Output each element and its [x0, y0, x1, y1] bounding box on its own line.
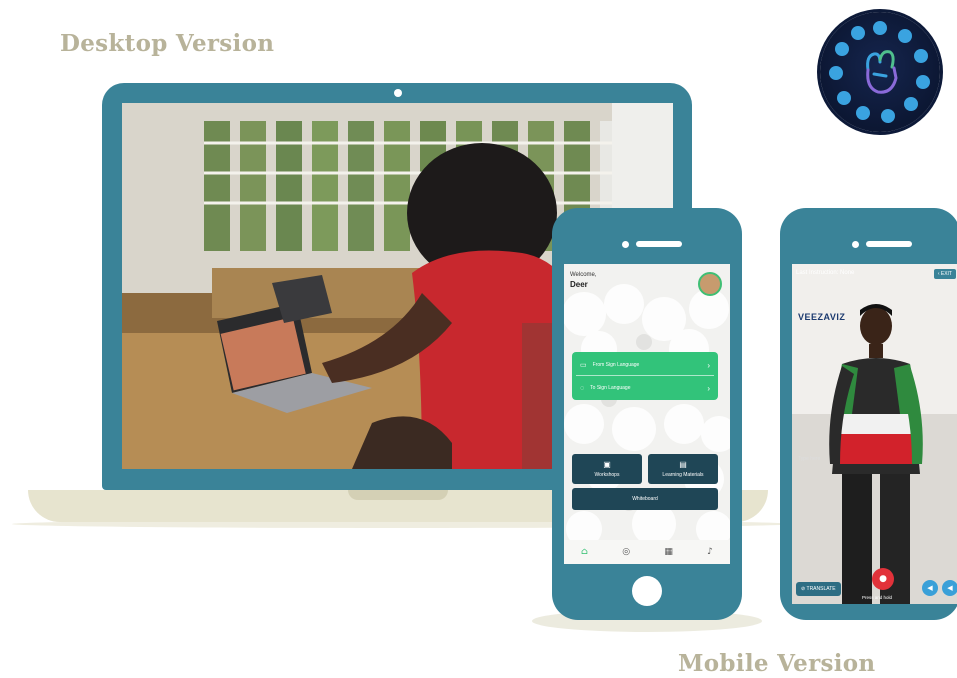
mute-icon: ◀	[947, 584, 953, 592]
exit-button[interactable]: ‹ EXIT	[933, 269, 956, 279]
translate-label: TRANSLATE	[806, 586, 836, 592]
bottom-nav: ⌂ ◎ ▦ ♪	[564, 540, 730, 564]
phone-speaker	[636, 241, 682, 247]
from-sign-language-button[interactable]: ▭ From Sign Language ›	[572, 354, 718, 376]
whiteboard-tile[interactable]: Whiteboard	[572, 488, 718, 510]
to-sign-language-label: To Sign Language	[590, 385, 631, 391]
welcome-text: Welcome,	[570, 272, 597, 278]
speaker-icon: ◀	[927, 584, 933, 592]
chat-icon[interactable]: ◎	[622, 547, 630, 557]
to-sign-language-button[interactable]: ◌ To Sign Language ›	[572, 377, 718, 399]
video-icon: ▭	[580, 362, 587, 369]
whiteboard-label: Whiteboard	[632, 496, 658, 502]
laptop-notch	[348, 490, 448, 500]
last-instruction-text: Last Instruction: None	[796, 270, 855, 276]
workshops-tile[interactable]: ▣ Workshops	[572, 454, 642, 484]
learning-materials-tile[interactable]: ▤ Learning Materials	[648, 454, 718, 484]
translate-actions-card: ▭ From Sign Language › ◌ To Sign Languag…	[572, 352, 718, 400]
chevron-right-icon: ›	[707, 383, 710, 393]
avatar-screen: Last Instruction: None ‹ EXIT VEEZAVIZ T…	[792, 264, 957, 604]
type-here-field[interactable]: Type here	[798, 456, 820, 462]
avatar[interactable]	[698, 272, 722, 296]
mute-button[interactable]: ◀	[942, 580, 957, 596]
translate-button[interactable]: ⊘ TRANSLATE	[796, 582, 841, 596]
phone-camera-dot	[852, 241, 859, 248]
phone-home-button	[632, 576, 662, 606]
bell-icon[interactable]: ♪	[707, 547, 713, 557]
hand-sign-logo-icon	[820, 12, 940, 132]
home-icon[interactable]: ⌂	[581, 547, 588, 557]
document-icon[interactable]: ▦	[664, 547, 673, 557]
mobile-phone-avatar: Last Instruction: None ‹ EXIT VEEZAVIZ T…	[780, 208, 957, 620]
presentation-icon: ▣	[603, 460, 611, 469]
press-and-hold-hint: Press and hold	[862, 595, 893, 600]
user-name: Deer	[570, 280, 588, 289]
book-icon: ▤	[679, 460, 687, 469]
phone-camera-dot	[622, 241, 629, 248]
webcam-dot	[394, 89, 402, 97]
learning-materials-label: Learning Materials	[662, 472, 704, 478]
mobile-phone-home: Welcome, Deer ▭ From Sign Language › ◌ T…	[552, 208, 742, 620]
chevron-left-icon: ‹	[937, 271, 940, 277]
sign-icon: ◌	[580, 384, 585, 392]
action-divider	[576, 375, 714, 376]
volume-button[interactable]: ◀	[922, 580, 938, 596]
phone-speaker	[866, 241, 912, 247]
microphone-icon: ●	[879, 574, 887, 584]
app-home-screen: Welcome, Deer ▭ From Sign Language › ◌ T…	[564, 264, 730, 564]
translate-icon: ⊘	[801, 586, 806, 592]
veezaviz-brand: VEEZAVIZ	[798, 312, 846, 322]
exit-label: EXIT	[940, 271, 952, 277]
mobile-version-heading: Mobile Version	[678, 650, 876, 677]
from-sign-language-label: From Sign Language	[592, 362, 640, 368]
desktop-version-heading: Desktop Version	[60, 30, 275, 57]
microphone-button[interactable]: ●	[872, 568, 894, 590]
chevron-right-icon: ›	[707, 360, 710, 370]
cotton-background	[564, 284, 730, 547]
workshops-label: Workshops	[594, 472, 620, 478]
